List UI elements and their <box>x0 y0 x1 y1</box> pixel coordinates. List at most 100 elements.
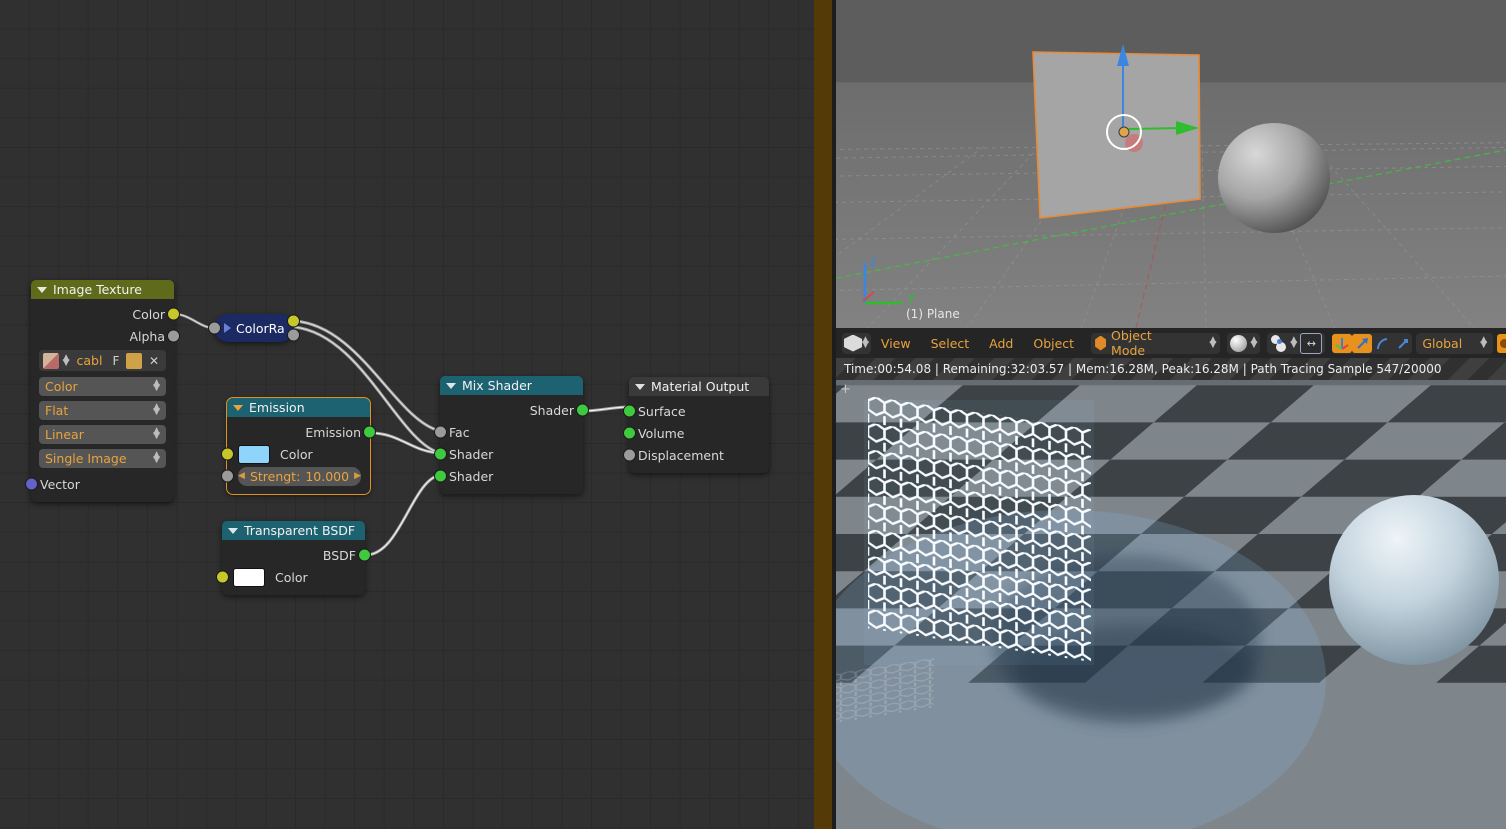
node-material-output[interactable]: Material Output Surface Volume Displacem… <box>623 377 769 473</box>
socket-shader-out[interactable] <box>576 403 589 417</box>
collapse-triangle-icon[interactable] <box>37 286 47 293</box>
translate-arrow-icon[interactable] <box>1352 333 1373 353</box>
node-header[interactable]: Emission <box>227 398 370 417</box>
transform-orientation-dropdown[interactable]: Global ▲ ▼ <box>1416 332 1494 354</box>
chevron-updown-icon[interactable]: ▲ ▼ <box>1210 336 1217 350</box>
socket-collapsed-in[interactable] <box>208 321 221 335</box>
menu-add[interactable]: Add <box>979 336 1023 351</box>
scale-icon[interactable] <box>1392 334 1412 353</box>
browse-spinner-icon[interactable]: ▲ ▼ <box>63 353 70 367</box>
socket-emission-out[interactable] <box>363 425 376 439</box>
collapse-triangle-icon[interactable] <box>446 382 456 389</box>
interaction-mode-dropdown[interactable]: Object Mode ▲ ▼ <box>1091 328 1221 358</box>
snap-icon[interactable]: ↔ <box>1300 332 1323 354</box>
input-displacement[interactable]: Displacement <box>623 444 769 466</box>
chevron-updown-icon[interactable]: ▲ ▼ <box>153 451 160 465</box>
node-emission[interactable]: Emission Emission Color ◀ Strengt: 10.00… <box>221 397 376 495</box>
collapse-triangle-icon[interactable] <box>233 404 243 411</box>
shader-node-editor[interactable]: Image Texture Color Alpha ▲ ▼ cabl F ✕ C… <box>0 0 814 829</box>
image-name[interactable]: cabl <box>74 353 106 368</box>
input-fac[interactable]: Fac <box>434 421 583 443</box>
socket-color-in[interactable] <box>221 447 234 461</box>
input-shader-2[interactable]: Shader <box>434 465 583 487</box>
viewport-header[interactable]: ▲ ▼ View Select Add Object Object Mode ▲ ▼… <box>836 328 1506 358</box>
socket-alpha-out[interactable] <box>167 329 180 343</box>
socket-fac-in[interactable] <box>434 425 447 439</box>
image-datablock-row[interactable]: ▲ ▼ cabl F ✕ <box>39 350 166 371</box>
output-alpha[interactable]: Alpha <box>31 325 180 347</box>
input-color[interactable]: Color <box>221 443 370 465</box>
editor-type-button[interactable]: ▲ ▼ <box>842 332 871 354</box>
pivot-median-icon[interactable] <box>1270 334 1287 352</box>
input-color[interactable]: Color <box>216 566 365 588</box>
color-swatch[interactable] <box>238 444 270 464</box>
socket-color-in[interactable] <box>216 570 229 584</box>
chevron-updown-icon[interactable]: ▲ ▼ <box>153 379 160 393</box>
input-strength[interactable]: ◀ Strengt: 10.000 ▶ <box>221 465 370 487</box>
output-emission[interactable]: Emission <box>227 421 376 443</box>
node-color-ramp[interactable]: ColorRa <box>208 314 300 342</box>
image-browse-icon[interactable] <box>43 352 59 369</box>
manipulator-toolbar[interactable] <box>1332 332 1413 354</box>
chevron-updown-icon[interactable]: ▲ ▼ <box>153 403 160 417</box>
expand-triangle-icon[interactable] <box>224 323 231 333</box>
solid-shading-icon[interactable] <box>1230 334 1248 352</box>
socket-volume-in[interactable] <box>623 426 636 440</box>
socket-surface-in[interactable] <box>623 404 636 418</box>
node-header[interactable]: ColorRa <box>214 314 294 342</box>
input-vector[interactable]: Vector <box>25 473 174 495</box>
color-swatch[interactable] <box>233 567 265 587</box>
socket-bsdf-out[interactable] <box>358 548 371 562</box>
input-volume[interactable]: Volume <box>623 422 769 444</box>
menu-object[interactable]: Object <box>1023 336 1084 351</box>
folder-icon[interactable] <box>126 352 142 369</box>
chevron-updown-icon[interactable]: ▲ ▼ <box>862 336 869 350</box>
collapse-triangle-icon[interactable] <box>228 527 238 534</box>
chevron-updown-icon[interactable]: ▲ ▼ <box>1290 336 1297 350</box>
socket-vector-in[interactable] <box>25 477 38 491</box>
input-surface[interactable]: Surface <box>623 400 769 422</box>
area-split-handle[interactable] <box>814 0 832 829</box>
socket-shader2-in[interactable] <box>434 469 447 483</box>
output-shader[interactable]: Shader <box>440 399 589 421</box>
projection-dropdown[interactable]: Flat ▲ ▼ <box>39 399 166 421</box>
expand-plus-icon[interactable]: + <box>840 382 851 397</box>
socket-color-out[interactable] <box>167 307 180 321</box>
chevron-updown-icon[interactable]: ▲ ▼ <box>1250 336 1257 350</box>
chevron-updown-icon[interactable]: ▲ ▼ <box>153 427 160 441</box>
socket-alpha-out[interactable] <box>287 328 300 342</box>
x-icon[interactable]: ✕ <box>146 354 162 368</box>
strength-number-field[interactable]: ◀ Strengt: 10.000 ▶ <box>238 466 361 486</box>
output-color[interactable]: Color <box>31 303 180 325</box>
rotate-arc-icon[interactable] <box>1372 334 1392 353</box>
increment-arrow-icon[interactable]: ▶ <box>354 471 361 481</box>
socket-displacement-in[interactable] <box>623 448 636 462</box>
viewport-shading-dropdown[interactable]: ▲ ▼ <box>1227 332 1261 354</box>
chevron-updown-icon[interactable]: ▲ ▼ <box>1480 336 1487 350</box>
pivot-point-dropdown[interactable]: ▲ ▼ ↔ <box>1267 332 1326 354</box>
3d-viewport[interactable]: z y (1) Plane <box>836 0 1506 328</box>
manipulator-icon[interactable] <box>1332 333 1353 353</box>
output-bsdf[interactable]: BSDF <box>222 544 371 566</box>
socket-shader1-in[interactable] <box>434 447 447 461</box>
menu-view[interactable]: View <box>871 336 921 351</box>
menu-select[interactable]: Select <box>921 336 980 351</box>
object-mode-cube-icon[interactable] <box>844 334 862 352</box>
node-header[interactable]: Material Output <box>629 377 769 396</box>
socket-color-out[interactable] <box>287 314 300 328</box>
color-space-dropdown[interactable]: Color ▲ ▼ <box>39 375 166 397</box>
node-image-texture[interactable]: Image Texture Color Alpha ▲ ▼ cabl F ✕ C… <box>25 280 180 502</box>
socket-strength-in[interactable] <box>221 469 234 483</box>
render-result-pane[interactable]: Time:00:54.08 | Remaining:32:03.57 | Mem… <box>836 358 1506 829</box>
node-transparent-bsdf[interactable]: Transparent BSDF BSDF Color <box>216 521 371 595</box>
fake-user-button[interactable]: F <box>109 354 122 368</box>
interpolation-dropdown[interactable]: Linear ▲ ▼ <box>39 423 166 445</box>
node-header[interactable]: Image Texture <box>31 280 174 299</box>
node-header[interactable]: Mix Shader <box>440 376 583 395</box>
source-dropdown[interactable]: Single Image ▲ ▼ <box>39 447 166 469</box>
node-mix-shader[interactable]: Mix Shader Shader Fac Shader Shader <box>434 376 589 494</box>
collapse-triangle-icon[interactable] <box>635 383 645 390</box>
node-header[interactable]: Transparent BSDF <box>222 521 365 540</box>
decrement-arrow-icon[interactable]: ◀ <box>238 471 245 481</box>
input-shader-1[interactable]: Shader <box>434 443 583 465</box>
